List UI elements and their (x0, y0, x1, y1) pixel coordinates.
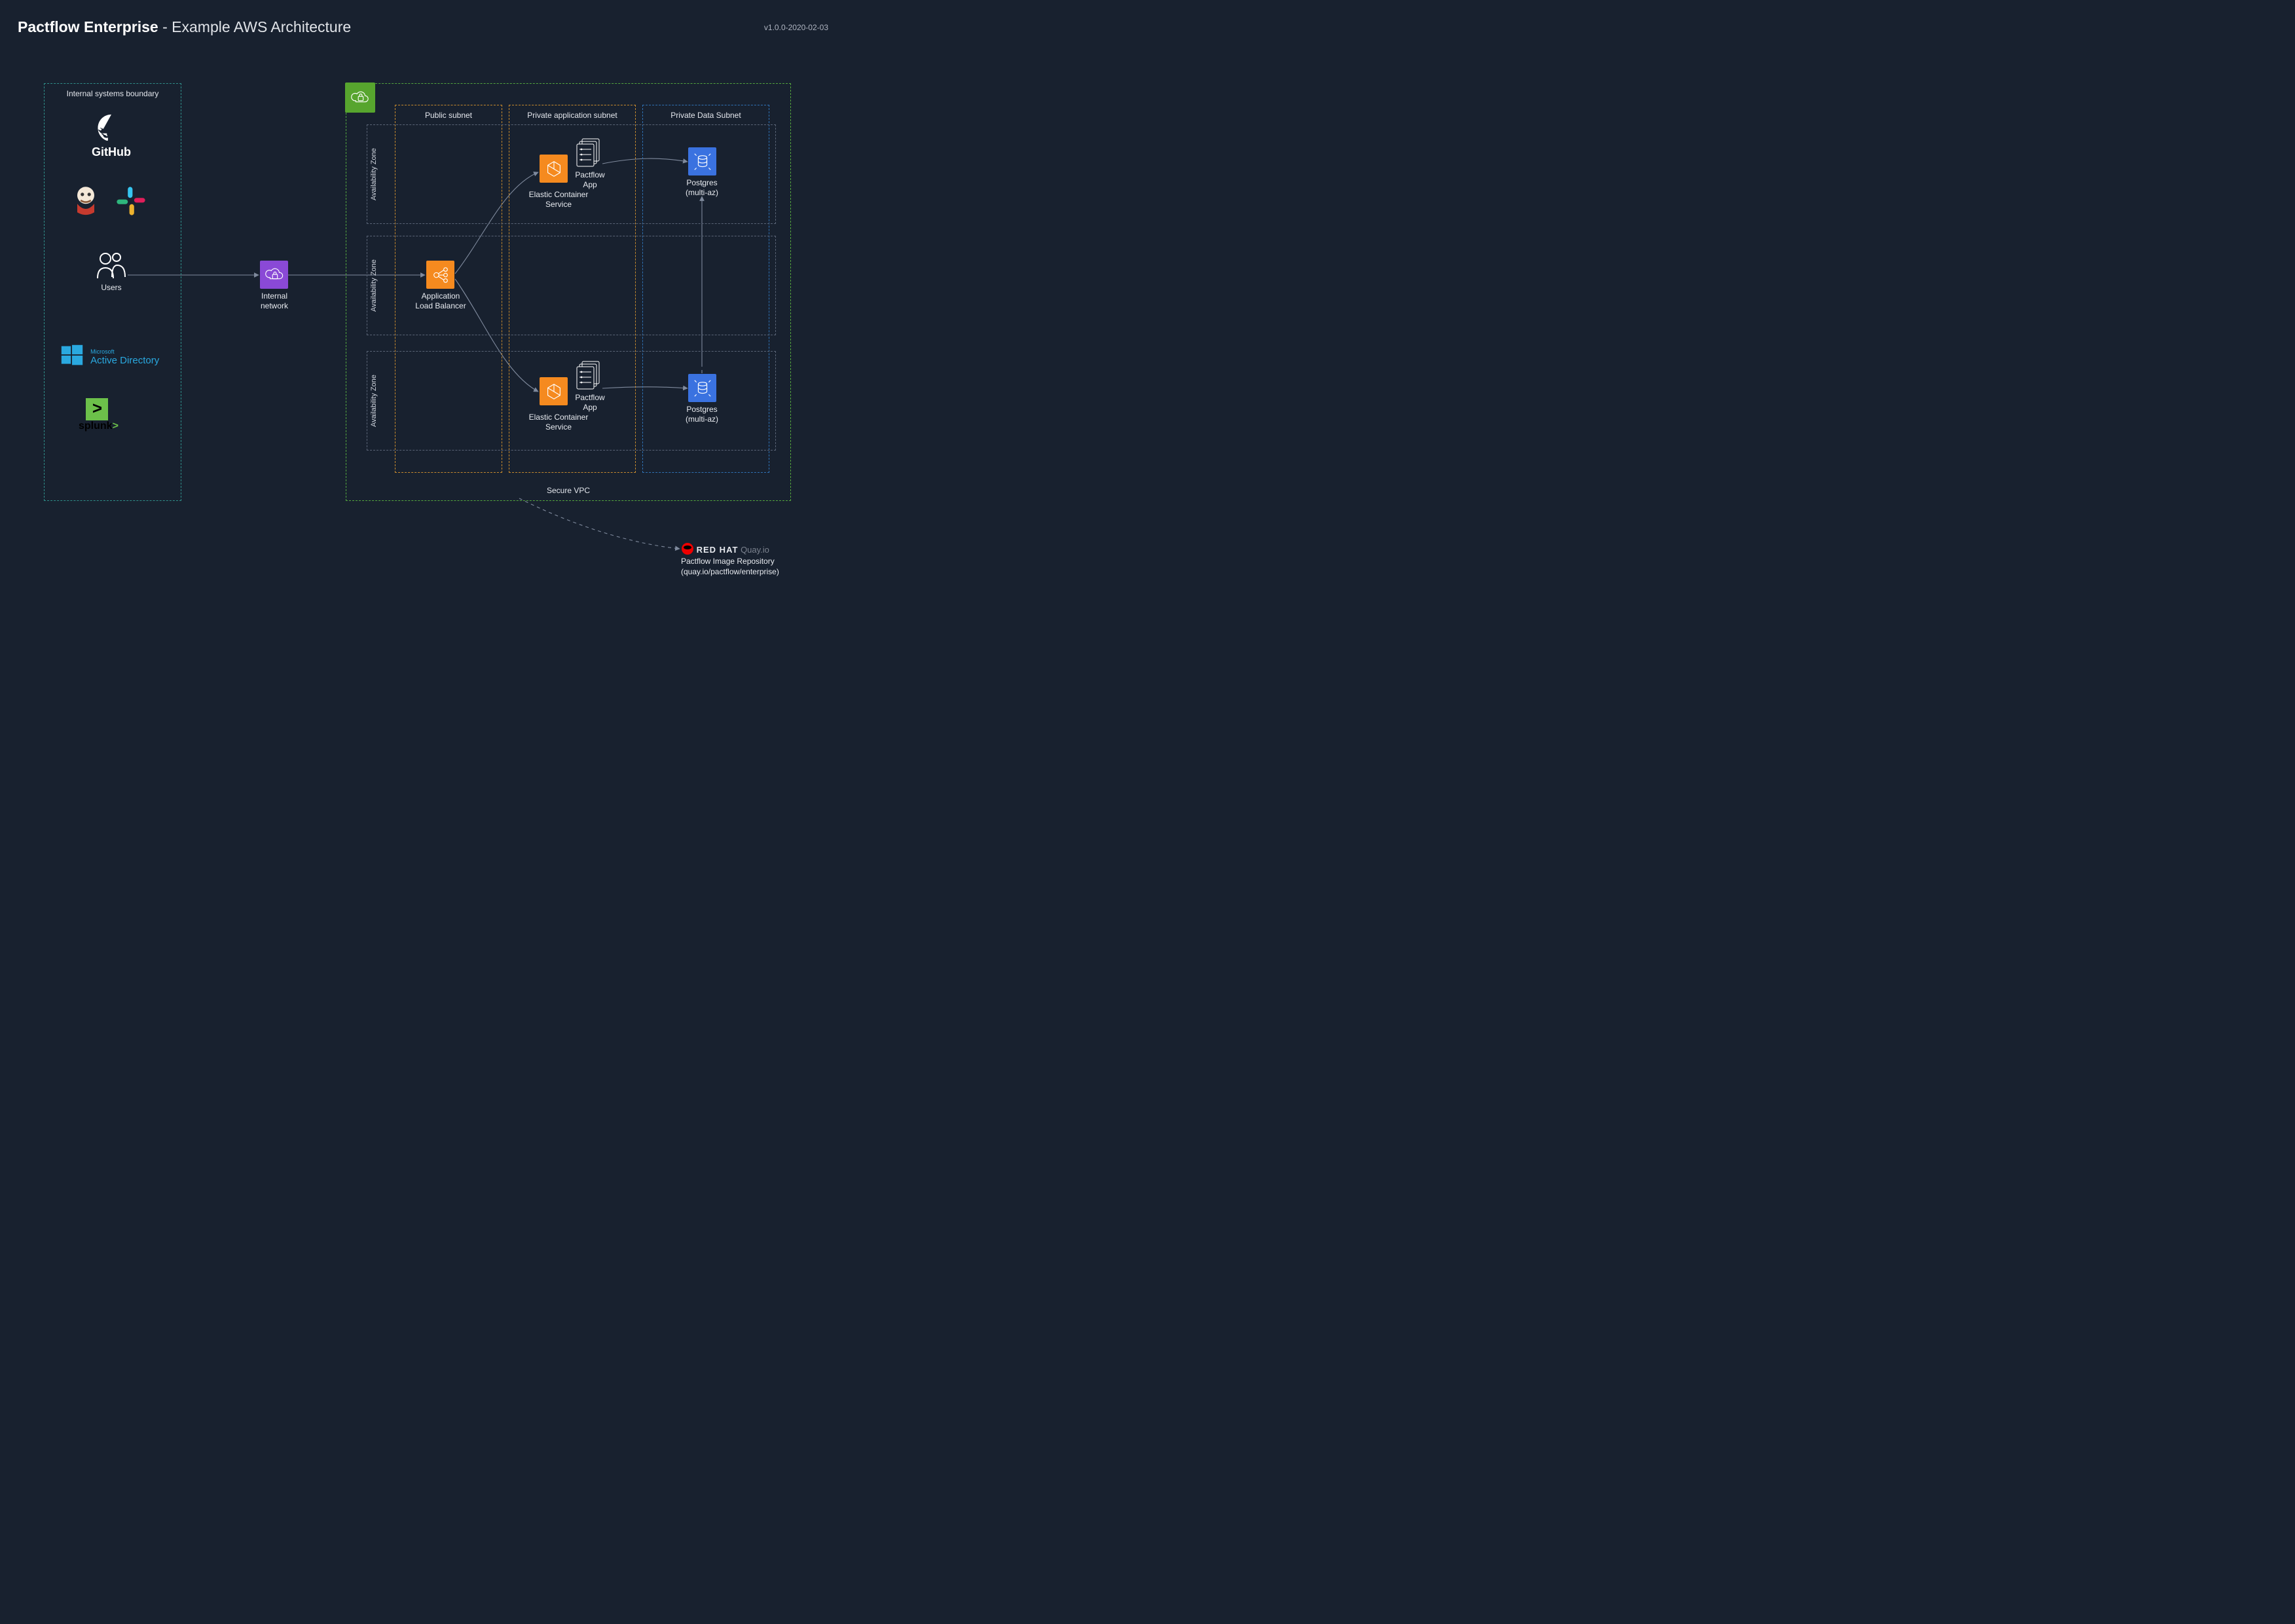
ecs-node-2 (540, 377, 568, 405)
app-node-2 (576, 360, 602, 393)
page-title: Pactflow Enterprise - Example AWS Archit… (18, 18, 351, 36)
alb-node (426, 261, 454, 289)
splunk-icon: > (86, 398, 108, 420)
slack-icon (115, 185, 147, 217)
repo-line1: Pactflow Image Repository (681, 556, 825, 566)
quay-brand: Quay.io (741, 545, 769, 555)
github-label: GitHub (92, 145, 131, 158)
load-balancer-icon (431, 265, 450, 285)
cloud-shield-icon (350, 88, 370, 107)
public-subnet-label: Public subnet (395, 111, 502, 120)
slack-logo (115, 185, 147, 220)
ecs-icon (544, 382, 564, 401)
image-repo: RED HAT Quay.io Pactflow Image Repositor… (681, 542, 825, 577)
database-icon (693, 378, 712, 398)
users-icon (95, 251, 128, 281)
title-subtitle: - Example AWS Architecture (158, 18, 351, 35)
postgres-node-2 (688, 374, 716, 402)
github-icon (97, 114, 126, 143)
splunk-arrow: > (113, 420, 119, 432)
redhat-brand: RED HAT (697, 545, 739, 555)
jenkins-logo (69, 183, 103, 221)
az-label-1: Availability Zone (370, 125, 378, 223)
vpc-icon-badge (345, 83, 375, 113)
cloud-lock-icon (265, 265, 284, 285)
az-label-2: Availability Zone (370, 236, 378, 335)
ad-brand: Microsoft (90, 348, 115, 355)
github-logo: GitHub (82, 114, 141, 159)
redhat-quay-logo: RED HAT Quay.io (681, 542, 825, 556)
app-stack-icon (576, 360, 602, 393)
users-node (92, 251, 131, 284)
postgres-label-1: Postgres (multi-az) (669, 178, 735, 198)
splunk-logo: > splunk> (79, 398, 119, 432)
ecs-label-1: Elastic Container Service (523, 190, 595, 210)
ad-label: Active Directory (90, 355, 159, 366)
app-node-1 (576, 138, 602, 170)
alb-label: Application Load Balancer (404, 291, 477, 311)
ecs-label-2: Elastic Container Service (523, 413, 595, 432)
jenkins-icon (69, 183, 103, 217)
postgres-node-1 (688, 147, 716, 175)
repo-line2: (quay.io/pactflow/enterprise) (681, 566, 825, 577)
app-subnet-label: Private application subnet (509, 111, 635, 120)
app-label-2: Pactflow App (571, 393, 609, 413)
redhat-icon (681, 542, 694, 555)
vpc-label: Secure VPC (346, 486, 790, 495)
title-strong: Pactflow Enterprise (18, 18, 158, 35)
active-directory-logo: Microsoft Active Directory (60, 344, 185, 367)
internal-network-label: Internal network (249, 291, 300, 311)
version-label: v1.0.0-2020-02-03 (764, 23, 828, 32)
users-label: Users (79, 283, 144, 293)
postgres-label-2: Postgres (multi-az) (669, 405, 735, 424)
app-label-1: Pactflow App (571, 170, 609, 190)
app-stack-icon (576, 138, 602, 170)
data-subnet-label: Private Data Subnet (643, 111, 769, 120)
ecs-icon (544, 159, 564, 179)
internal-boundary-label: Internal systems boundary (45, 89, 181, 98)
windows-icon (60, 344, 84, 367)
diagram-canvas: Pactflow Enterprise - Example AWS Archit… (0, 0, 847, 599)
az-label-3: Availability Zone (370, 352, 378, 450)
database-icon (693, 152, 712, 172)
ecs-node-1 (540, 155, 568, 183)
internal-network-node (260, 261, 288, 289)
splunk-label: splunk (79, 420, 113, 432)
